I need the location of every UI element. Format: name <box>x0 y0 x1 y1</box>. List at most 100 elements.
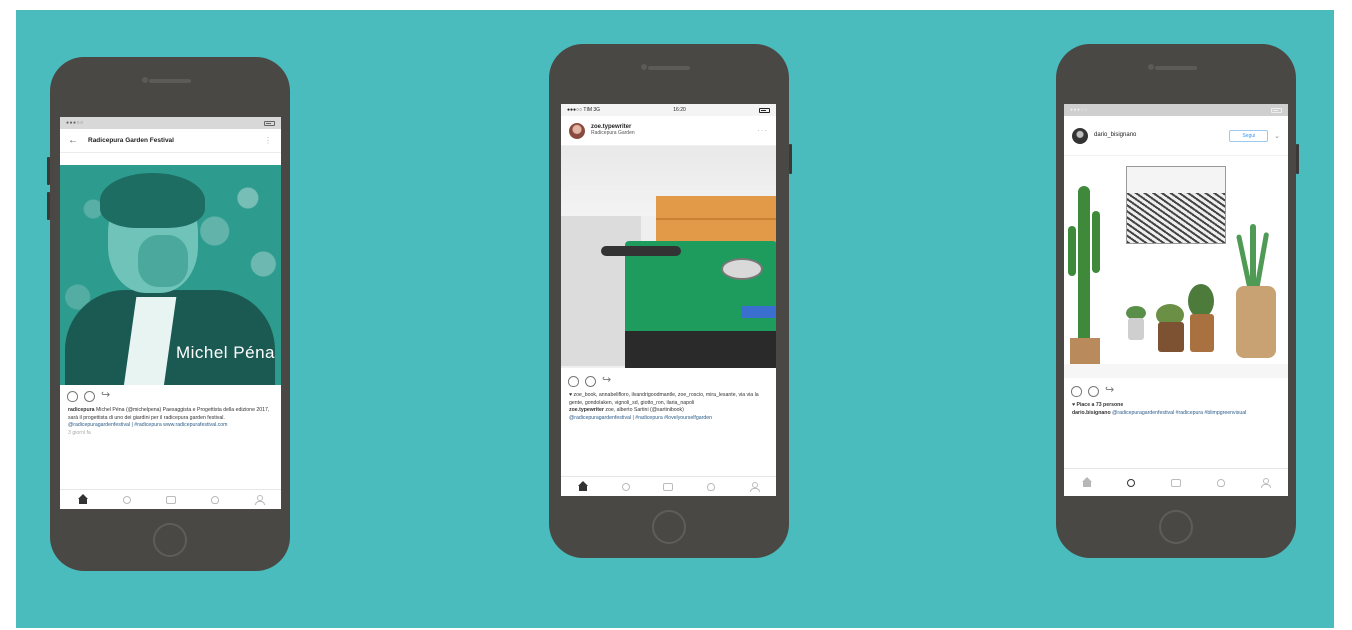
caption-text[interactable]: @radicepuragardenfestival #radicepura #b… <box>1112 410 1246 416</box>
photo-hair <box>100 173 205 228</box>
photo-succulent <box>1188 284 1214 318</box>
phone-screen: ●●●○○ dario_bisignano Segui ⌄ ↪ ♥ Piace … <box>1064 104 1288 496</box>
search-icon[interactable] <box>122 495 131 504</box>
phone-speaker <box>1155 66 1197 70</box>
post-header: zoe.typewriter Radicepura Garden ··· <box>561 116 776 146</box>
post-location[interactable]: Radicepura Garden <box>591 130 757 137</box>
share-icon[interactable] <box>1105 383 1116 397</box>
caption-tags[interactable]: @radicepuragardenfestival | #radicepura … <box>68 422 273 430</box>
status-bar: ●●●○○ TIM 3G 16:20 <box>561 104 776 116</box>
more-dots-icon[interactable]: ··· <box>757 126 768 135</box>
status-bar: ●●●○○ <box>1064 104 1288 116</box>
status-time: 16:20 <box>673 107 686 113</box>
photo-keys <box>625 331 776 368</box>
photo-crate-line <box>656 218 776 220</box>
heart-icon[interactable] <box>568 375 579 387</box>
post-actions <box>60 385 281 407</box>
post-photo[interactable] <box>561 146 776 368</box>
comment-icon[interactable] <box>84 390 95 402</box>
activity-heart-icon[interactable] <box>707 482 716 491</box>
profile-icon[interactable] <box>749 481 761 492</box>
home-icon[interactable] <box>1081 476 1092 488</box>
phone-camera <box>1148 64 1154 70</box>
power-button <box>789 144 792 174</box>
caption-username[interactable]: zoe.typewriter <box>569 407 604 413</box>
photo-face <box>138 235 188 287</box>
home-button <box>153 523 187 557</box>
profile-topbar: ← Radicepura Garden Festival ⋮ <box>60 129 281 153</box>
post-actions <box>1064 380 1288 402</box>
status-carrier: ●●●○○ TIM 3G <box>567 107 601 113</box>
phone-speaker <box>149 79 191 83</box>
phone-mockup-1: ●●●○○ ← Radicepura Garden Festival ⋮ Mic… <box>47 57 290 571</box>
photo-label <box>741 306 776 318</box>
comment-icon[interactable] <box>585 375 596 387</box>
home-icon[interactable] <box>577 480 588 492</box>
caption-tags[interactable]: @radicepuragardenfestival | #radicepura … <box>569 415 768 423</box>
caption-text: Michel Péna (@michelpena) Paesaggista e … <box>68 407 270 421</box>
search-icon[interactable] <box>621 482 630 491</box>
camera-icon[interactable] <box>663 482 674 491</box>
heart-icon[interactable] <box>1071 385 1082 397</box>
photo-spool <box>721 258 763 280</box>
post-photo[interactable] <box>1064 166 1288 378</box>
share-icon[interactable] <box>101 388 112 402</box>
activity-heart-icon[interactable] <box>1216 478 1225 487</box>
comment-icon[interactable] <box>1088 385 1099 397</box>
post-photo[interactable]: Michel Péna <box>60 165 281 385</box>
post-caption: ♥ Piace a 73 persone dario.bisignano @ra… <box>1064 402 1288 417</box>
phone-speaker <box>648 66 690 70</box>
post-caption: ♥ zoe_book, annabelifloro, ilvandrigoodm… <box>561 392 776 422</box>
page-title: Radicepura Garden Festival <box>88 137 174 144</box>
caption-username[interactable]: radicepura <box>68 407 95 413</box>
phone-camera <box>641 64 647 70</box>
phone-mockup-2: ●●●○○ TIM 3G 16:20 zoe.typewriter Radice… <box>549 44 792 558</box>
post-caption: radicepura Michel Péna (@michelpena) Pae… <box>60 407 281 437</box>
battery-icon <box>759 107 770 113</box>
bottom-tabbar <box>1064 468 1288 496</box>
bottom-tabbar <box>561 476 776 496</box>
post-timestamp: 3 giorni fa <box>68 429 91 436</box>
post-header: dario_bisignano Segui ⌄ <box>1064 116 1288 156</box>
heart-icon[interactable] <box>67 390 78 402</box>
search-icon[interactable] <box>1127 478 1136 487</box>
post-likes[interactable]: ♥ Piace a 73 persone <box>1072 402 1280 410</box>
avatar[interactable] <box>1072 127 1088 144</box>
volume-button <box>47 192 50 220</box>
photo-overlay-name: Michel Péna <box>175 343 275 362</box>
share-icon[interactable] <box>602 373 613 387</box>
photo-pot <box>1158 322 1184 352</box>
photo-artwork-sky <box>1127 167 1225 193</box>
bottom-tabbar <box>60 489 281 509</box>
phone-screen: ●●●○○ ← Radicepura Garden Festival ⋮ Mic… <box>60 117 281 509</box>
photo-pot <box>1070 338 1100 366</box>
camera-icon[interactable] <box>165 495 176 504</box>
photo-pot <box>1128 318 1144 340</box>
phone-mockup-3: ●●●○○ dario_bisignano Segui ⌄ ↪ ♥ Piace … <box>1056 44 1299 558</box>
phone-camera <box>142 77 148 83</box>
post-username[interactable]: dario_bisignano <box>1094 132 1229 139</box>
chevron-down-icon[interactable]: ⌄ <box>1274 132 1280 140</box>
photo-shelf <box>1064 364 1288 378</box>
camera-icon[interactable] <box>1170 478 1181 487</box>
follow-button[interactable]: Segui <box>1229 129 1269 142</box>
photo-pot <box>1190 314 1214 352</box>
caption-username[interactable]: dario.bisignano <box>1072 410 1111 416</box>
home-button <box>652 510 686 544</box>
photo-cactus-arm <box>1092 211 1100 273</box>
phone-screen: ●●●○○ TIM 3G 16:20 zoe.typewriter Radice… <box>561 104 776 496</box>
caption-text: zoe, alberto Sartini (@sartinibook) <box>605 407 684 414</box>
post-actions <box>561 370 776 392</box>
profile-icon[interactable] <box>254 494 265 505</box>
profile-icon[interactable] <box>1260 477 1272 488</box>
post-likes[interactable]: ♥ zoe_book, annabelifloro, ilvandrigoodm… <box>569 392 768 407</box>
avatar[interactable] <box>569 122 585 139</box>
activity-heart-icon[interactable] <box>210 495 219 504</box>
more-dots-icon[interactable]: ⋮ <box>264 136 273 145</box>
photo-plant-leaf <box>1253 232 1270 292</box>
power-button <box>1296 144 1299 174</box>
photo-roller <box>601 246 681 256</box>
volume-button <box>47 157 50 185</box>
back-arrow-icon[interactable]: ← <box>68 135 78 146</box>
home-icon[interactable] <box>77 493 88 505</box>
